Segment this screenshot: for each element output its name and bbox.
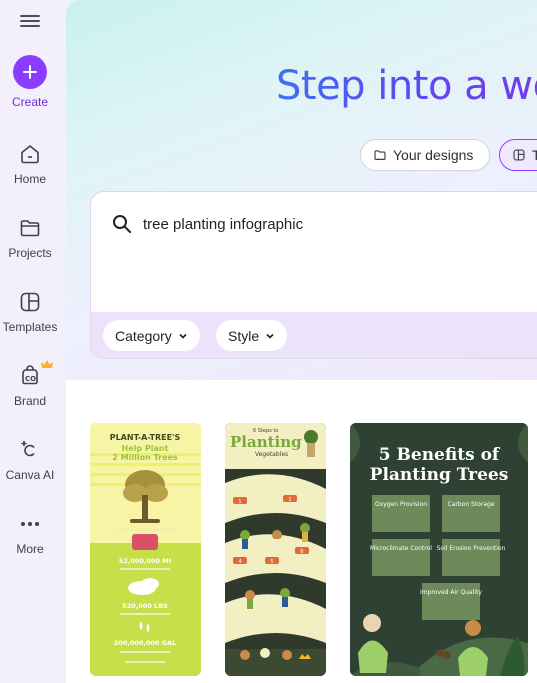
sidebar-item-home[interactable]: Home <box>0 142 60 186</box>
benefit-label: Oxygen Provision <box>375 501 427 508</box>
sidebar-item-label: Home <box>13 172 46 186</box>
card-title: Planting Trees <box>370 465 509 485</box>
template-thumbnail: 6 Steps to Planting Vegetables 1 2 4 5 6 <box>225 423 326 676</box>
search-input[interactable]: tree planting infographic <box>143 216 303 233</box>
benefit-label: Improved Air Quality <box>420 589 482 596</box>
search-icon <box>113 215 131 233</box>
hero-banner: Step into a wo Your designs T tree plant… <box>66 0 537 380</box>
tab-your-designs[interactable]: Your designs <box>360 139 490 171</box>
sidebar-item-label: Projects <box>8 246 52 260</box>
card-subtitle: 2 Million Trees <box>112 453 178 462</box>
svg-text:CO: CO <box>25 375 36 383</box>
card-title: Vegetables <box>255 451 288 458</box>
card-subtitle: Help Plant <box>122 444 169 453</box>
create-label: Create <box>11 95 49 109</box>
folder-icon <box>374 150 386 160</box>
sidebar-item-canva-ai[interactable]: Canva AI <box>0 438 60 482</box>
create-button[interactable] <box>13 55 47 89</box>
filter-label: Style <box>228 327 260 344</box>
template-thumbnail: PLANT-A-TREE'S Help Plant 2 Million Tree… <box>90 423 201 663</box>
sidebar-item-projects[interactable]: Projects <box>0 216 60 260</box>
sidebar: Create Home Projects Templates CO Brand … <box>0 0 62 683</box>
card-title: PLANT-A-TREE'S <box>110 433 181 442</box>
tab-templates[interactable]: T <box>499 139 537 171</box>
sidebar-item-templates[interactable]: Templates <box>0 290 60 334</box>
card-title: 5 Benefits of <box>379 445 501 465</box>
benefit-label: Carbon Storage <box>448 501 495 508</box>
hero-headline: Step into a wo <box>276 63 537 109</box>
tab-label: Your designs <box>393 147 474 163</box>
home-icon <box>21 144 39 164</box>
more-icon <box>21 522 39 526</box>
chevron-down-icon <box>266 333 274 339</box>
sidebar-item-more[interactable]: More <box>0 512 60 556</box>
filter-bar: Category Style <box>91 312 537 358</box>
tab-label: T <box>532 147 537 163</box>
template-card-benefits-of-planting-trees[interactable]: 5 Benefits of Planting Trees Oxygen Prov… <box>350 423 528 676</box>
template-card-planting-vegetables[interactable]: 6 Steps to Planting Vegetables 1 2 4 5 6 <box>225 423 326 676</box>
card-stat: 200,000,000 GAL <box>114 639 176 647</box>
templates-icon <box>20 292 40 312</box>
sidebar-item-label: Canva AI <box>5 468 55 482</box>
folder-icon <box>20 220 40 237</box>
canva-ai-icon <box>21 440 35 457</box>
menu-icon[interactable] <box>20 12 40 30</box>
templates-icon <box>513 149 525 161</box>
style-filter-button[interactable]: Style <box>216 320 288 351</box>
crown-icon <box>41 360 53 368</box>
step-number: 4 <box>238 559 241 565</box>
sidebar-item-label: Templates <box>2 320 58 334</box>
sidebar-item-label: Brand <box>13 394 47 408</box>
step-number: 2 <box>288 497 291 503</box>
plus-icon <box>23 65 37 79</box>
sidebar-item-brand[interactable]: CO Brand <box>0 360 60 408</box>
benefit-label: Soil Erosion Prevention <box>437 545 506 552</box>
chevron-down-icon <box>179 333 187 339</box>
step-number: 1 <box>238 499 241 505</box>
category-filter-button[interactable]: Category <box>103 320 200 351</box>
step-number: 5 <box>270 559 273 565</box>
card-stat: 520,000 LBS <box>122 602 168 610</box>
template-thumbnail: 5 Benefits of Planting Trees Oxygen Prov… <box>350 423 528 676</box>
benefit-label: Microclimate Control <box>370 545 432 552</box>
sidebar-item-label: More <box>16 542 44 556</box>
brand-icon: CO <box>22 365 38 385</box>
step-number: 6 <box>300 549 303 555</box>
search-box[interactable]: tree planting infographic Category Style <box>90 191 537 359</box>
filter-label: Category <box>115 327 172 344</box>
template-card-plant-a-tree[interactable]: PLANT-A-TREE'S Help Plant 2 Million Tree… <box>90 423 201 676</box>
card-title: Planting <box>230 433 302 451</box>
card-stat: 52,000,000 MI <box>119 557 171 565</box>
main-panel: Step into a wo Your designs T tree plant… <box>66 0 537 683</box>
